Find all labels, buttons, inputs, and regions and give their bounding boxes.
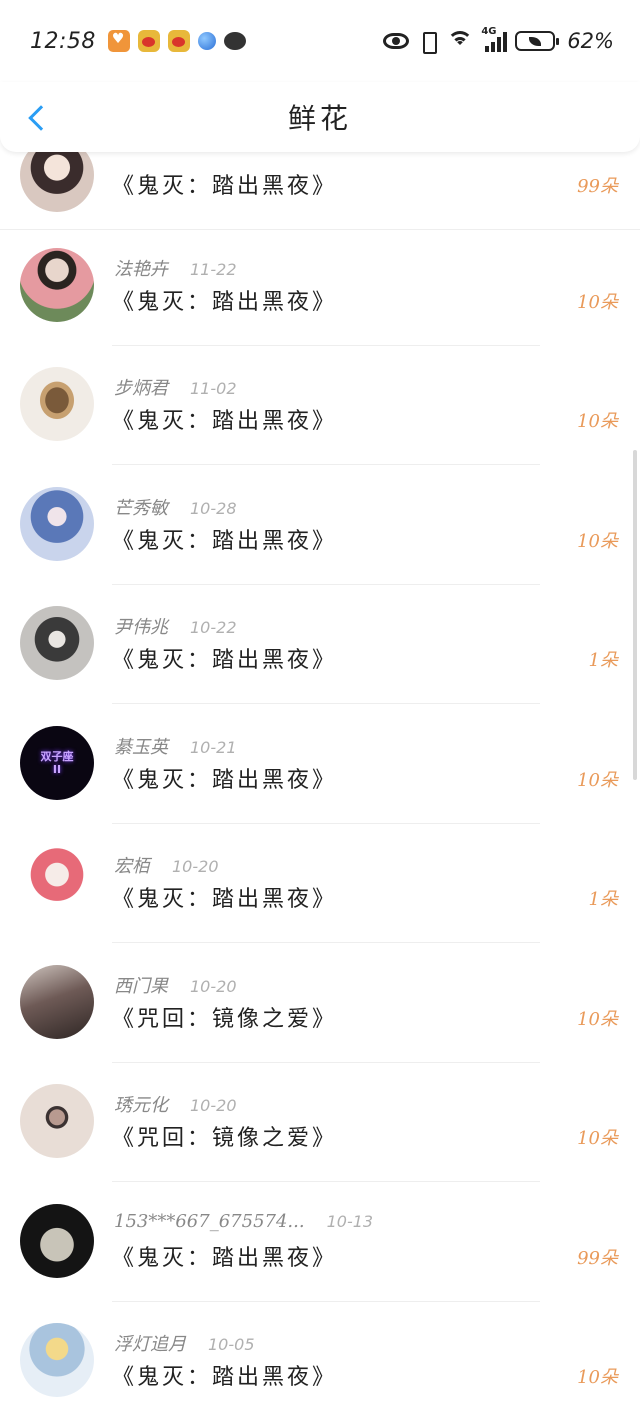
gift-date: 10-20 (190, 977, 237, 996)
flower-count: 99朵 (577, 176, 618, 197)
avatar (20, 965, 94, 1039)
gift-date: 10-20 (172, 857, 219, 876)
user-name: 浮灯追月 (114, 1334, 186, 1355)
user-name: 尹伟兆 (114, 617, 168, 638)
user-name: 西门果 (114, 976, 168, 997)
notification-icons (107, 30, 246, 52)
heart-app-icon (107, 30, 130, 52)
chevron-left-icon (28, 105, 54, 131)
gift-date: 10-20 (190, 1096, 237, 1115)
item-meta: 芒秀敏 10-28 (114, 494, 237, 520)
flower-count: 1朵 (588, 650, 618, 671)
list-item[interactable]: 153***667_675574... 10-13 《鬼灭：踏出黑夜》 99朵 (0, 1182, 640, 1302)
work-title: 《鬼灭：踏出黑夜》 (112, 1246, 338, 1271)
item-meta: 西门果 10-20 (114, 972, 237, 998)
work-title: 《鬼灭：踏出黑夜》 (112, 768, 338, 793)
avatar: 双子座 II (20, 726, 94, 800)
avatar (20, 248, 94, 322)
user-name: 綦玉英 (114, 737, 168, 758)
avatar (20, 1323, 94, 1397)
flower-count: 1朵 (588, 889, 618, 910)
flower-count: 10朵 (577, 1367, 618, 1388)
work-title: 《鬼灭：踏出黑夜》 (112, 290, 338, 315)
flower-count: 10朵 (577, 411, 618, 432)
gift-date: 10-21 (190, 738, 237, 757)
avatar (20, 1204, 94, 1278)
item-meta: 琇元化 10-20 (114, 1091, 237, 1117)
flower-count: 10朵 (577, 531, 618, 552)
battery-level: 62% (567, 29, 614, 53)
page-title: 鲜花 (287, 102, 352, 135)
list-item[interactable]: 宏栢 10-20 《鬼灭：踏出黑夜》 1朵 (0, 823, 640, 943)
gift-date: 11-02 (190, 379, 237, 398)
chat-bubble-icon (223, 32, 246, 50)
flower-count: 10朵 (577, 1009, 618, 1030)
item-meta: 浮灯追月 10-05 (114, 1330, 255, 1356)
weibo-icon (167, 30, 190, 52)
flower-count: 10朵 (577, 292, 618, 313)
flower-count: 99朵 (577, 1248, 618, 1269)
item-meta: 宏栢 10-20 (114, 852, 219, 878)
work-title: 《鬼灭：踏出黑夜》 (112, 174, 338, 199)
system-indicators: 4G 62% (383, 26, 614, 54)
user-name: 琇元化 (114, 1095, 168, 1116)
work-title: 《鬼灭：踏出黑夜》 (112, 887, 338, 912)
avatar (20, 845, 94, 919)
status-bar: 12:58 4G 62% (0, 0, 640, 82)
user-name: 宏栢 (114, 856, 150, 877)
weibo-icon (137, 30, 160, 52)
work-title: 《咒回：镜像之爱》 (112, 1007, 338, 1032)
avatar (20, 487, 94, 561)
user-name: 步炳君 (114, 378, 168, 399)
network-type: 4G (481, 26, 497, 37)
gift-date: 10-28 (190, 499, 237, 518)
wifi-icon (447, 31, 474, 51)
user-name: 153***667_675574... (114, 1211, 305, 1232)
browser-globe-icon (197, 32, 216, 50)
nav-bar: 鲜花 (0, 82, 640, 152)
back-button[interactable] (18, 96, 58, 140)
list-item[interactable]: 法艳卉 11-22 《鬼灭：踏出黑夜》 10朵 (0, 226, 640, 346)
list-item[interactable]: 双子座 II 綦玉英 10-21 《鬼灭：踏出黑夜》 10朵 (0, 704, 640, 824)
avatar-caption: 双子座 II (40, 750, 74, 776)
work-title: 《鬼灭：踏出黑夜》 (112, 1365, 338, 1390)
scrollbar[interactable] (633, 450, 637, 780)
work-title: 《鬼灭：踏出黑夜》 (112, 648, 338, 673)
list-item[interactable]: 琇元化 10-20 《咒回：镜像之爱》 10朵 (0, 1062, 640, 1182)
gift-date: 10-22 (190, 618, 237, 637)
status-time: 12:58 (30, 28, 96, 54)
gift-date: 11-22 (190, 260, 237, 279)
user-name: 法艳卉 (114, 259, 168, 280)
gift-date: 10-05 (208, 1335, 255, 1354)
avatar (20, 367, 94, 441)
flower-count: 10朵 (577, 1128, 618, 1149)
work-title: 《咒回：镜像之爱》 (112, 1126, 338, 1151)
list-item[interactable]: 步炳君 11-02 《鬼灭：踏出黑夜》 10朵 (0, 345, 640, 465)
list-item[interactable]: 浮灯追月 10-05 《鬼灭：踏出黑夜》 10朵 (0, 1301, 640, 1414)
flower-count: 10朵 (577, 770, 618, 791)
item-meta: 尹伟兆 10-22 (114, 613, 237, 639)
battery-icon (515, 31, 560, 51)
avatar (20, 1084, 94, 1158)
item-meta: 153***667_675574... 10-13 (114, 1211, 373, 1232)
item-meta: 綦玉英 10-21 (114, 733, 237, 759)
work-title: 《鬼灭：踏出黑夜》 (112, 529, 338, 554)
list-item[interactable]: 尹伟兆 10-22 《鬼灭：踏出黑夜》 1朵 (0, 584, 640, 704)
list-item[interactable]: 西门果 10-20 《咒回：镜像之爱》 10朵 (0, 943, 640, 1063)
avatar (20, 606, 94, 680)
work-title: 《鬼灭：踏出黑夜》 (112, 409, 338, 434)
vibrate-icon (417, 30, 439, 54)
item-meta: 法艳卉 11-22 (114, 255, 237, 281)
signal-icon: 4G (481, 26, 508, 52)
list-item[interactable]: 芒秀敏 10-28 《鬼灭：踏出黑夜》 10朵 (0, 465, 640, 585)
eye-comfort-icon (383, 33, 410, 49)
gift-date: 10-13 (326, 1212, 374, 1231)
item-meta: 步炳君 11-02 (114, 374, 237, 400)
user-name: 芒秀敏 (114, 498, 168, 519)
